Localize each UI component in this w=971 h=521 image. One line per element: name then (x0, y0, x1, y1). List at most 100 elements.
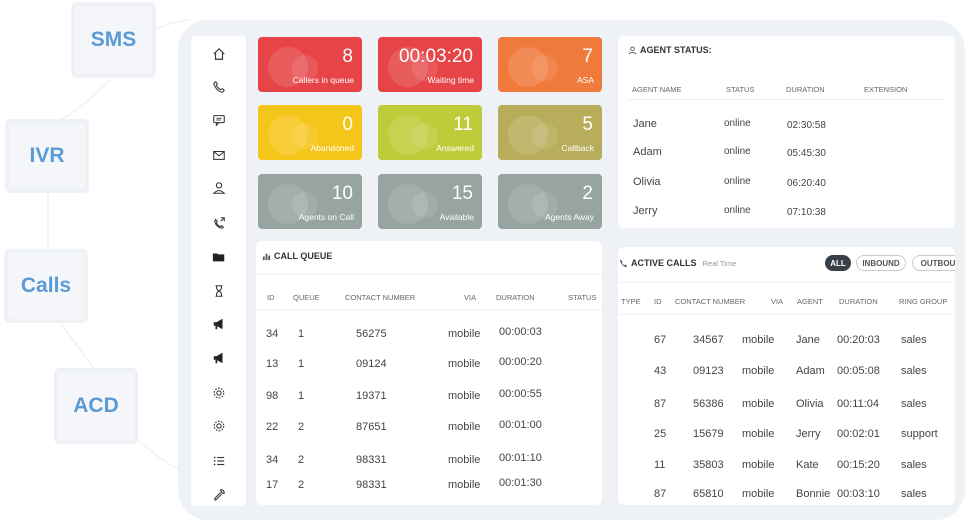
phone-out-icon[interactable] (191, 212, 246, 234)
cell-agent: Kate (796, 459, 819, 471)
user-icon[interactable] (191, 177, 246, 199)
hourglass-icon[interactable] (191, 280, 246, 302)
cell-queue: 1 (298, 390, 305, 402)
stat-tile[interactable]: 0 Abandoned (258, 105, 362, 160)
cell-number: 56275 (356, 328, 387, 340)
stat-tile[interactable]: 10 Agents on Call (258, 174, 362, 229)
tag-ivr[interactable]: IVR (5, 119, 89, 193)
col-id: ID (267, 293, 275, 302)
cell-via: mobile (448, 358, 481, 370)
tile-label: Waiting time (427, 75, 474, 85)
phone-icon[interactable] (191, 76, 246, 98)
cell-via: mobile (742, 365, 775, 377)
tile-label: Agents on Call (298, 212, 354, 222)
agent-status-panel: AGENT STATUS: AGENT NAME STATUS DURATION… (618, 36, 955, 228)
cell-number: 15679 (693, 428, 724, 440)
call-queue-panel: CALL QUEUE ID QUEUE CONTACT NUMBER VIA D… (256, 241, 602, 505)
cell-name: Jerry (633, 205, 658, 217)
filter-all[interactable]: ALL (825, 255, 851, 271)
megaphone-icon[interactable] (191, 313, 246, 335)
cell-id: 87 (654, 488, 667, 500)
tile-label: Available (439, 212, 474, 222)
cell-group: sales (901, 334, 927, 346)
stat-tile[interactable]: 00:03:20 Waiting time (378, 37, 482, 92)
cell-id: 87 (654, 398, 667, 410)
cell-number: 98331 (356, 454, 387, 466)
cell-agent: Jerry (796, 428, 821, 440)
cell-number: 87651 (356, 421, 387, 433)
stat-tile[interactable]: 15 Available (378, 174, 482, 229)
cell-id: 67 (654, 334, 667, 346)
cell-duration: 06:20:40 (787, 178, 826, 189)
tile-label: Callers in queue (292, 75, 354, 85)
cell-id: 13 (266, 358, 279, 370)
tag-calls[interactable]: Calls (4, 249, 88, 323)
cell-duration: 00:03:10 (837, 488, 880, 500)
cell-duration: 00:01:00 (499, 419, 542, 431)
tile-value: 10 (331, 183, 353, 204)
cell-status: online (724, 146, 751, 157)
tile-value: 15 (451, 183, 473, 204)
cell-name: Adam (633, 146, 662, 158)
cell-group: sales (901, 488, 927, 500)
cell-duration: 00:01:10 (499, 452, 542, 464)
stat-tile[interactable]: 8 Callers in queue (258, 37, 362, 92)
col-ring-group: RING GROUP (899, 297, 948, 306)
tile-label: ASA (576, 75, 594, 85)
col-agent-name: AGENT NAME (632, 85, 682, 94)
cell-via: mobile (742, 459, 775, 471)
cell-via: mobile (742, 428, 775, 440)
tag-sms[interactable]: SMS (71, 2, 156, 78)
gear-icon-2[interactable] (191, 415, 246, 437)
cell-group: support (901, 428, 938, 440)
tile-value: 0 (342, 114, 353, 135)
cell-group: sales (901, 398, 927, 410)
cell-duration: 05:45:30 (787, 148, 826, 159)
tag-acd[interactable]: ACD (54, 368, 138, 444)
agent-icon (628, 45, 637, 54)
folder-icon[interactable] (191, 246, 246, 268)
list-icon[interactable] (191, 450, 246, 472)
cell-name: Jane (633, 118, 657, 130)
cell-via: mobile (742, 488, 775, 500)
filter-inbound[interactable]: INBOUND (856, 255, 906, 271)
cell-duration: 00:00:03 (499, 326, 542, 338)
wrench-icon[interactable] (191, 484, 246, 506)
filter-outbound[interactable]: OUTBOU (912, 255, 955, 271)
gear-icon[interactable] (191, 382, 246, 404)
cell-duration: 00:05:08 (837, 365, 880, 377)
mail-icon[interactable] (191, 144, 246, 166)
cell-id: 34 (266, 328, 279, 340)
tile-value: 5 (582, 114, 593, 135)
cell-via: mobile (448, 421, 481, 433)
col-type: TYPE (621, 297, 641, 306)
tile-label: Abandoned (310, 143, 355, 153)
col-contact-number: CONTACT NUMBER (345, 293, 416, 302)
cell-id: 17 (266, 479, 279, 491)
cell-duration: 07:10:38 (787, 207, 826, 218)
cell-duration: 00:02:01 (837, 428, 880, 440)
cell-duration: 00:00:55 (499, 388, 542, 400)
tile-value: 11 (453, 114, 473, 135)
cell-id: 43 (654, 365, 667, 377)
call-queue-title: CALL QUEUE (262, 251, 332, 261)
chat-icon[interactable] (191, 109, 246, 131)
cell-status: online (724, 118, 751, 129)
stat-tile[interactable]: 2 Agents Away (498, 174, 602, 229)
cell-number: 56386 (693, 398, 724, 410)
stat-tile[interactable]: 11 Answered (378, 105, 482, 160)
cell-id: 34 (266, 454, 279, 466)
stat-tile[interactable]: 7 ASA (498, 37, 602, 92)
cell-number: 19371 (356, 390, 387, 402)
cell-agent: Bonnie (796, 488, 831, 500)
home-icon[interactable] (191, 43, 246, 65)
tile-label: Callback (561, 143, 594, 153)
phone-icon-small (619, 259, 628, 267)
stat-tile[interactable]: 5 Callback (498, 105, 602, 160)
cell-duration: 02:30:58 (787, 120, 826, 131)
col-status: STATUS (726, 85, 755, 94)
col-status: STATUS (568, 293, 597, 302)
col-duration: DURATION (496, 293, 535, 302)
col-contact-number: CONTACT NUMBER (675, 297, 746, 306)
megaphone-icon-2[interactable] (191, 347, 246, 369)
